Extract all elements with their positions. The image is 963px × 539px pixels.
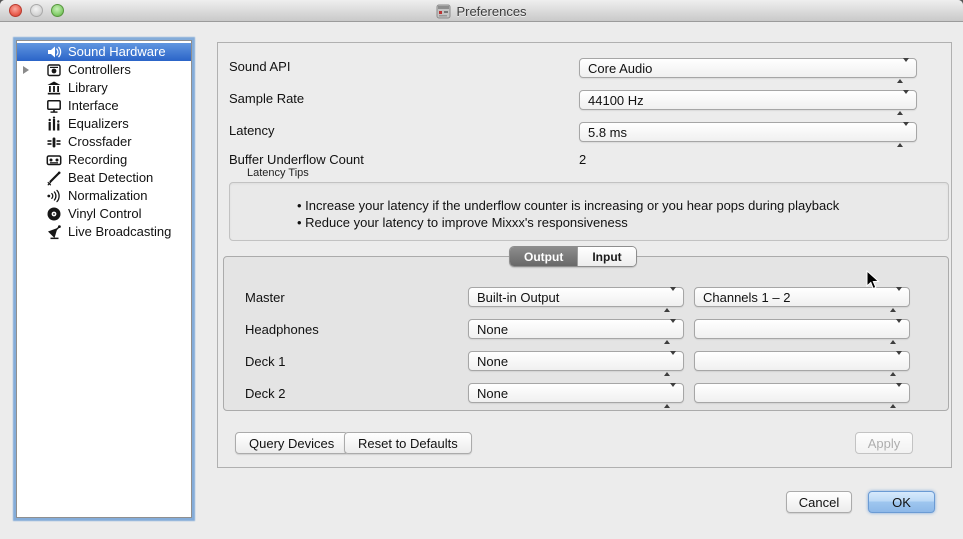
tab-output[interactable]: Output <box>510 247 577 266</box>
window-title: Preferences <box>456 4 526 19</box>
deck2-device-dropdown[interactable]: None <box>468 383 684 403</box>
sample-rate-dropdown[interactable]: 44100 Hz <box>579 90 917 110</box>
sidebar-item-label: Normalization <box>68 187 147 205</box>
sidebar-item-label: Beat Detection <box>68 169 153 187</box>
controller-icon <box>46 62 62 78</box>
stepper-arrows-icon <box>890 355 902 373</box>
sidebar-item-interface[interactable]: Interface <box>17 97 191 115</box>
sidebar-item-label: Interface <box>68 97 119 115</box>
sidebar-item-label: Equalizers <box>68 115 129 133</box>
io-tabs: Output Input <box>509 246 637 267</box>
stepper-arrows-icon <box>897 62 909 80</box>
sidebar-item-label: Sound Hardware <box>68 43 166 61</box>
satellite-dish-icon <box>46 224 62 240</box>
headphones-device-value: None <box>477 322 508 337</box>
deck1-device-dropdown[interactable]: None <box>468 351 684 371</box>
stepper-arrows-icon <box>890 291 902 309</box>
title-area: Preferences <box>0 0 963 22</box>
stepper-arrows-icon <box>664 323 676 341</box>
pen-icon <box>46 170 62 186</box>
headphones-device-dropdown[interactable]: None <box>468 319 684 339</box>
buffer-underflow-label: Buffer Underflow Count <box>229 152 364 167</box>
headphones-channel-dropdown[interactable] <box>694 319 910 339</box>
recorder-icon <box>46 152 62 168</box>
sidebar-item-live-broadcasting[interactable]: Live Broadcasting <box>17 223 191 241</box>
reset-to-defaults-button[interactable]: Reset to Defaults <box>344 432 472 454</box>
master-label: Master <box>245 290 285 305</box>
stepper-arrows-icon <box>897 94 909 112</box>
query-devices-button[interactable]: Query Devices <box>235 432 348 454</box>
preferences-sidebar: Sound Hardware Controllers Library Inter… <box>16 40 192 518</box>
sound-waves-icon <box>46 188 62 204</box>
buffer-underflow-value: 2 <box>579 152 586 167</box>
master-device-value: Built-in Output <box>477 290 559 305</box>
sidebar-item-beat-detection[interactable]: Beat Detection <box>17 169 191 187</box>
sidebar-item-library[interactable]: Library <box>17 79 191 97</box>
deck1-device-value: None <box>477 354 508 369</box>
deck2-label: Deck 2 <box>245 386 285 401</box>
sidebar-item-label: Controllers <box>68 61 131 79</box>
sidebar-item-label: Vinyl Control <box>68 205 141 223</box>
preferences-window: Preferences Sound Hardware Controllers L… <box>0 0 963 539</box>
sidebar-item-normalization[interactable]: Normalization <box>17 187 191 205</box>
latency-label: Latency <box>229 123 275 138</box>
latency-tips-box: Increase your latency if the underflow c… <box>229 182 949 241</box>
master-channel-value: Channels 1 – 2 <box>703 290 790 305</box>
sidebar-item-sound-hardware[interactable]: Sound Hardware <box>17 43 191 61</box>
latency-tips-title: Latency Tips <box>247 167 309 179</box>
sidebar-item-label: Library <box>68 79 108 97</box>
cancel-button[interactable]: Cancel <box>786 491 852 513</box>
latency-value: 5.8 ms <box>588 125 627 140</box>
sound-hardware-pane: Sound API Core Audio Sample Rate 44100 H… <box>217 42 952 468</box>
stepper-arrows-icon <box>890 387 902 405</box>
sidebar-item-controllers[interactable]: Controllers <box>17 61 191 79</box>
sound-api-label: Sound API <box>229 59 290 74</box>
sidebar-item-label: Crossfader <box>68 133 132 151</box>
apply-button[interactable]: Apply <box>855 432 913 454</box>
deck2-channel-dropdown[interactable] <box>694 383 910 403</box>
speaker-icon <box>46 44 62 60</box>
disclosure-triangle-icon[interactable] <box>23 66 29 74</box>
sound-api-dropdown[interactable]: Core Audio <box>579 58 917 78</box>
preferences-icon <box>436 4 451 19</box>
sidebar-item-crossfader[interactable]: Crossfader <box>17 133 191 151</box>
sample-rate-label: Sample Rate <box>229 91 304 106</box>
monitor-icon <box>46 98 62 114</box>
deck1-label: Deck 1 <box>245 354 285 369</box>
stepper-arrows-icon <box>897 126 909 144</box>
vinyl-record-icon <box>46 206 62 222</box>
mouse-cursor-icon <box>866 270 880 291</box>
tab-input[interactable]: Input <box>577 247 635 266</box>
crossfader-icon <box>46 134 62 150</box>
sidebar-item-label: Recording <box>68 151 127 169</box>
title-bar: Preferences <box>0 0 963 22</box>
sidebar-item-recording[interactable]: Recording <box>17 151 191 169</box>
sound-api-value: Core Audio <box>588 61 652 76</box>
latency-dropdown[interactable]: 5.8 ms <box>579 122 917 142</box>
sample-rate-value: 44100 Hz <box>588 93 644 108</box>
ok-button[interactable]: OK <box>868 491 935 513</box>
stepper-arrows-icon <box>664 291 676 309</box>
latency-tip-1: Increase your latency if the underflow c… <box>297 198 839 213</box>
headphones-label: Headphones <box>245 322 319 337</box>
stepper-arrows-icon <box>664 355 676 373</box>
master-device-dropdown[interactable]: Built-in Output <box>468 287 684 307</box>
io-tab-pane: Master Built-in Output Channels 1 – 2 He… <box>223 256 949 411</box>
sidebar-item-equalizers[interactable]: Equalizers <box>17 115 191 133</box>
deck2-device-value: None <box>477 386 508 401</box>
library-icon <box>46 80 62 96</box>
equalizer-icon <box>46 116 62 132</box>
stepper-arrows-icon <box>890 323 902 341</box>
sidebar-item-vinyl-control[interactable]: Vinyl Control <box>17 205 191 223</box>
latency-tip-2: Reduce your latency to improve Mixxx's r… <box>297 215 628 230</box>
deck1-channel-dropdown[interactable] <box>694 351 910 371</box>
sidebar-item-label: Live Broadcasting <box>68 223 171 241</box>
stepper-arrows-icon <box>664 387 676 405</box>
